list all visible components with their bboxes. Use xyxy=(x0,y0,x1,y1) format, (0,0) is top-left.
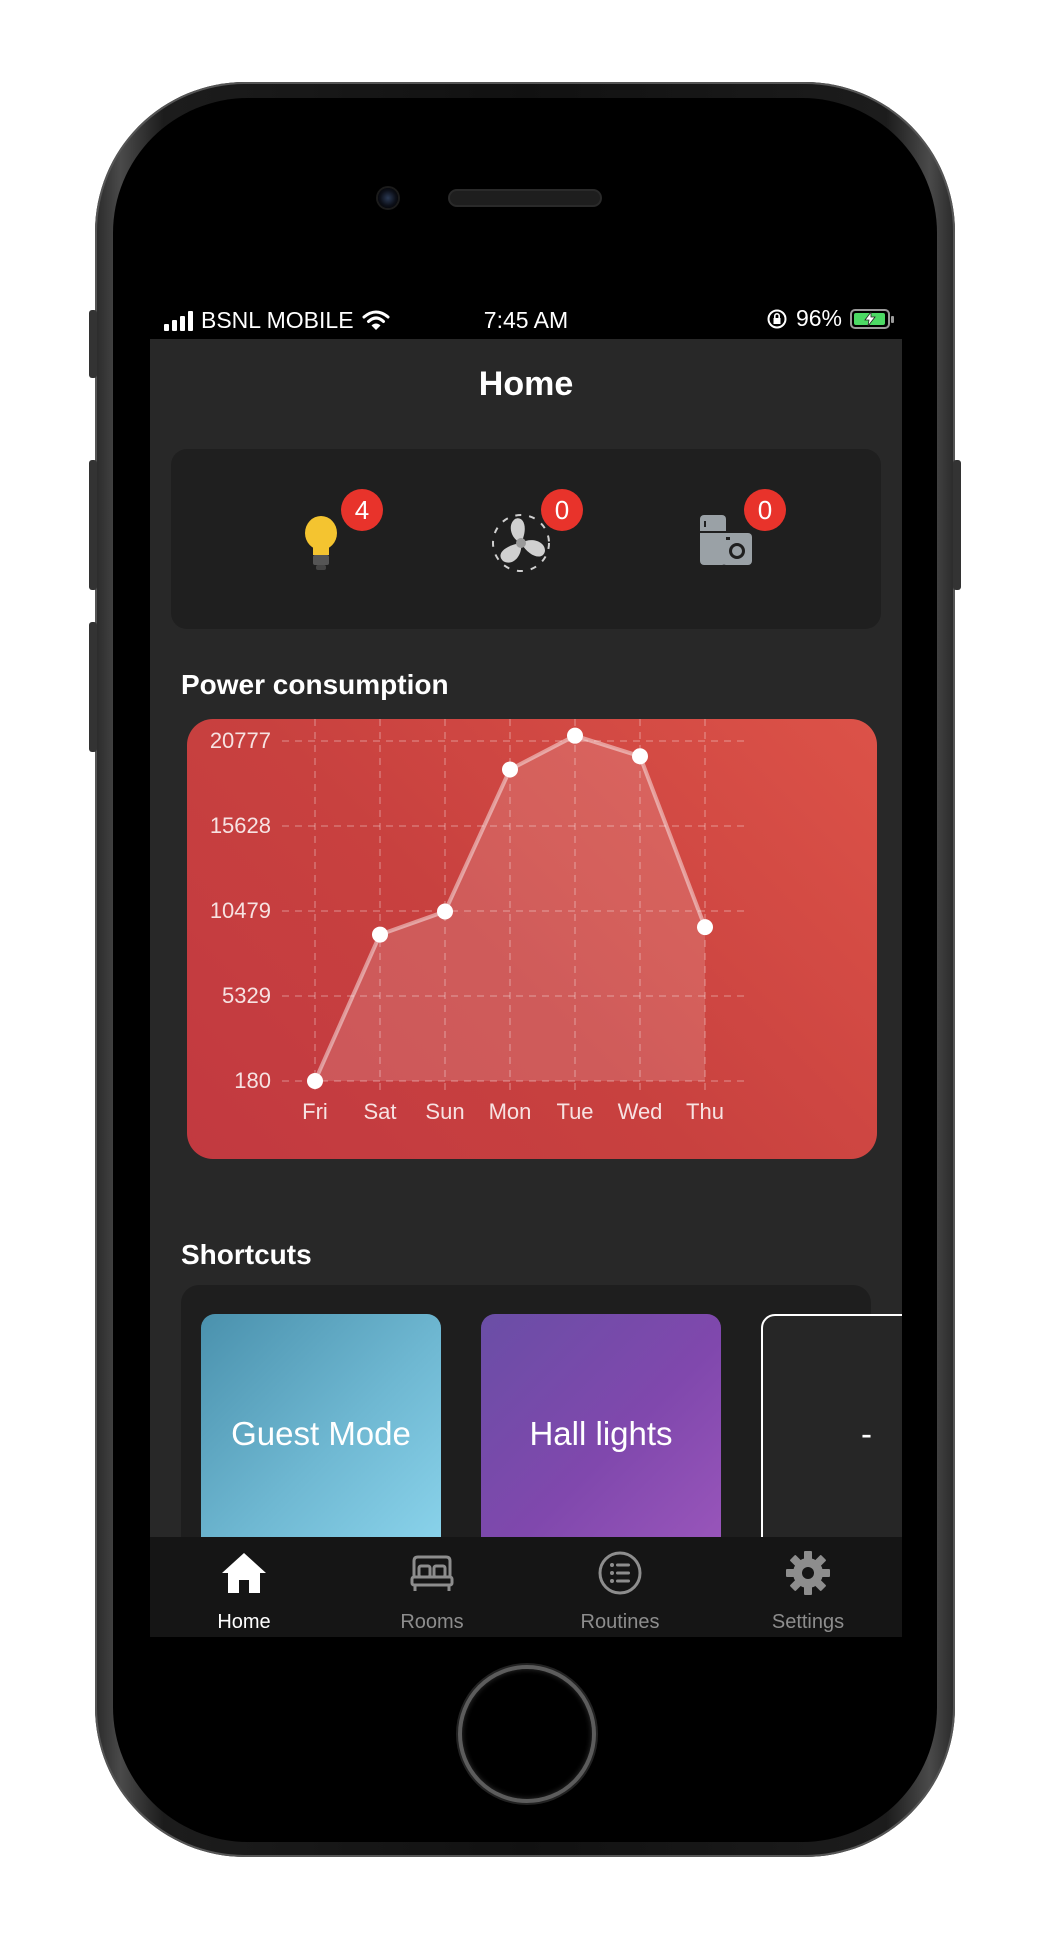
y-tick-label: 5329 xyxy=(222,983,271,1008)
mute-switch xyxy=(89,310,97,378)
data-point xyxy=(437,903,453,920)
lights-count-badge: 4 xyxy=(341,489,383,531)
status-right: 96% xyxy=(766,305,894,332)
light-bulb-icon xyxy=(305,516,337,570)
page-title: Home xyxy=(478,365,574,403)
x-tick-label: Wed xyxy=(618,1099,663,1124)
power-consumption-chart: 20777 15628 10479 5329 180 Fri Sat Sun Mon Tue Wed… xyxy=(210,719,747,1124)
x-tick-label: Tue xyxy=(556,1099,593,1124)
shortcuts-section-title: Shortcuts xyxy=(181,1239,312,1270)
shortcut-label: - xyxy=(861,1415,872,1452)
fans-count-badge: 0 xyxy=(541,489,583,531)
y-tick-label: 20777 xyxy=(210,728,271,753)
device-appliances[interactable]: 0 xyxy=(674,489,794,599)
data-point xyxy=(372,926,388,943)
shortcut-add[interactable]: - xyxy=(761,1314,902,1554)
data-point xyxy=(567,727,583,744)
volume-down-button xyxy=(89,622,97,752)
tab-label: Routines xyxy=(580,1611,660,1633)
tab-settings[interactable]: Settings xyxy=(714,1537,902,1637)
bed-icon xyxy=(410,1555,454,1591)
battery-percent: 96% xyxy=(795,305,842,331)
front-camera xyxy=(378,188,398,208)
tab-routines[interactable]: Routines xyxy=(526,1537,714,1637)
power-chart-card: 20777 15628 10479 5329 180 Fri Sat Sun Mon Tue Wed… xyxy=(187,719,877,1159)
shortcut-label: Hall lights xyxy=(529,1415,673,1452)
app-screen: BSNL MOBILE 7:45 AM 96% Home 4 0 0 Power… xyxy=(150,299,902,1637)
tab-label: Home xyxy=(217,1611,271,1633)
power-section-title: Power consumption xyxy=(181,669,449,700)
x-tick-label: Sun xyxy=(425,1099,464,1124)
shortcut-label: Guest Mode xyxy=(231,1415,411,1452)
home-button[interactable] xyxy=(458,1665,596,1803)
data-point xyxy=(502,761,518,778)
tab-label: Rooms xyxy=(400,1611,464,1633)
appliance-icon xyxy=(700,515,752,565)
shortcut-hall-lights[interactable]: Hall lights xyxy=(481,1314,721,1554)
orientation-lock-icon xyxy=(767,309,787,328)
appliances-count-badge: 0 xyxy=(744,489,786,531)
data-point xyxy=(697,919,713,936)
y-tick-label: 15628 xyxy=(210,813,271,838)
data-point xyxy=(632,748,648,765)
device-summary-card: 4 0 0 xyxy=(171,449,881,629)
x-tick-label: Fri xyxy=(302,1099,328,1124)
tab-home[interactable]: Home xyxy=(150,1537,338,1637)
x-tick-label: Mon xyxy=(489,1099,532,1124)
y-tick-label: 180 xyxy=(234,1068,271,1093)
x-tick-label: Thu xyxy=(686,1099,724,1124)
power-button xyxy=(953,460,961,590)
tab-label: Settings xyxy=(771,1611,845,1633)
gear-icon xyxy=(786,1551,830,1595)
charging-bolt-icon xyxy=(864,311,876,326)
data-point xyxy=(307,1073,323,1089)
earpiece-speaker xyxy=(450,191,600,205)
home-icon xyxy=(222,1553,266,1593)
series-area xyxy=(315,735,705,1081)
tab-rooms[interactable]: Rooms xyxy=(338,1537,526,1637)
shortcut-guest-mode[interactable]: Guest Mode xyxy=(201,1314,441,1554)
device-lights[interactable]: 4 xyxy=(271,489,391,599)
battery-icon xyxy=(850,308,894,329)
tab-bar: Home Rooms Routines Settings xyxy=(150,1537,902,1637)
volume-up-button xyxy=(89,460,97,590)
status-bar: BSNL MOBILE 7:45 AM 96% xyxy=(150,299,902,339)
device-fans[interactable]: 0 xyxy=(471,489,591,599)
list-icon xyxy=(598,1551,642,1595)
y-tick-label: 10479 xyxy=(210,898,271,923)
x-tick-label: Sat xyxy=(363,1099,396,1124)
